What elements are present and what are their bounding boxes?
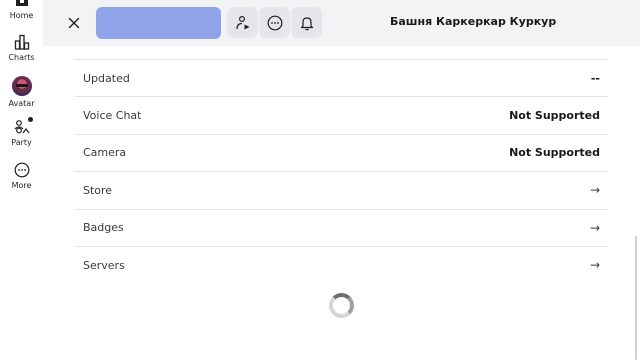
- close-icon: [68, 17, 80, 29]
- details-row-camera: Camera Not Supported: [75, 133, 608, 171]
- nav-label-party: Party: [11, 138, 32, 147]
- details-row-servers[interactable]: Servers →: [75, 245, 608, 283]
- details-row-updated: Updated --: [75, 59, 608, 96]
- play-with-friend-icon: [235, 15, 249, 29]
- party-icon: [14, 120, 29, 134]
- close-button[interactable]: [65, 14, 83, 32]
- options-button[interactable]: [259, 7, 290, 38]
- row-label: Voice Chat: [83, 109, 142, 123]
- row-value: --: [590, 71, 600, 85]
- page-header: Башня Каркеркар Куркур: [43, 0, 640, 46]
- arrow-right-icon[interactable]: →: [590, 258, 600, 272]
- details-row-voice-chat: Voice Chat Not Supported: [75, 96, 608, 133]
- nav-label-charts: Charts: [8, 53, 35, 62]
- scrollbar[interactable]: [635, 236, 637, 360]
- row-label: Badges: [83, 221, 124, 235]
- nav-label-more: More: [11, 181, 32, 190]
- row-label: Camera: [83, 146, 127, 160]
- notification-button[interactable]: [291, 7, 322, 38]
- nav-item-more[interactable]: More: [0, 162, 43, 191]
- options-icon: [267, 15, 282, 30]
- avatar-icon: [11, 76, 32, 96]
- play-with-friend-button[interactable]: [227, 7, 258, 38]
- nav-item-home[interactable]: Home: [0, 0, 43, 21]
- row-value: Not Supported: [509, 109, 600, 123]
- row-label: Servers: [83, 258, 125, 272]
- row-label: Store: [83, 183, 113, 197]
- row-label: Updated: [83, 71, 130, 85]
- nav-label-home: Home: [9, 11, 34, 20]
- page-title: Башня Каркеркар Куркур: [390, 15, 557, 28]
- more-icon: [14, 162, 29, 178]
- nav-item-party[interactable]: Party: [0, 117, 43, 148]
- notification-dot: [27, 117, 33, 122]
- play-button[interactable]: [96, 7, 221, 39]
- arrow-right-icon[interactable]: →: [590, 183, 600, 197]
- home-icon: [15, 0, 28, 6]
- nav-item-avatar[interactable]: Avatar: [0, 76, 43, 109]
- arrow-right-icon[interactable]: →: [590, 221, 600, 235]
- experience-details-list: Updated -- Voice Chat Not Supported Came…: [75, 59, 608, 283]
- nav-item-charts[interactable]: Charts: [0, 34, 43, 63]
- details-row-store[interactable]: Store →: [75, 171, 608, 208]
- details-row-badges[interactable]: Badges →: [75, 208, 608, 246]
- nav-label-avatar: Avatar: [8, 99, 35, 108]
- charts-icon: [14, 34, 29, 50]
- notification-bell-icon: [300, 16, 313, 30]
- left-nav-rail: Home Charts Avatar Party More: [0, 0, 43, 360]
- row-value: Not Supported: [509, 146, 600, 160]
- loading-spinner-icon: [329, 293, 354, 318]
